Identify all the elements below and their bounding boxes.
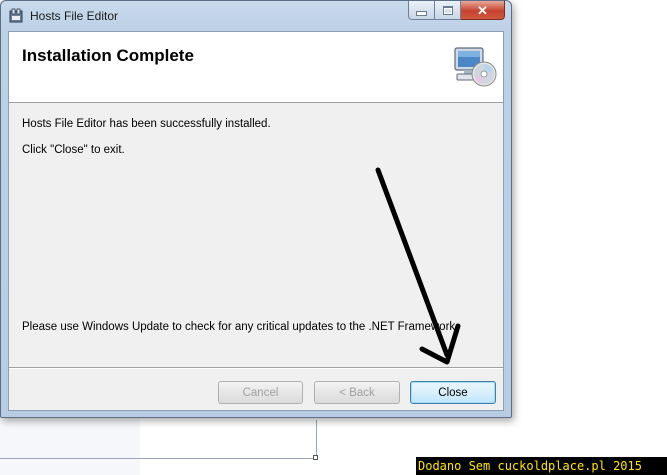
- maximize-button[interactable]: [435, 1, 461, 20]
- minimize-icon: [416, 11, 427, 16]
- page-title: Installation Complete: [22, 46, 194, 65]
- success-message: Hosts File Editor has been successfully …: [22, 118, 271, 130]
- wizard-banner: Installation Complete: [9, 32, 503, 103]
- installer-window: Hosts File Editor ✕ Installation Complet…: [0, 0, 512, 418]
- caption-buttons: ✕: [408, 1, 505, 21]
- minimize-button[interactable]: [408, 1, 435, 20]
- app-icon: [9, 8, 23, 23]
- maximize-icon: [442, 5, 453, 15]
- back-button[interactable]: < Back: [314, 381, 400, 404]
- cancel-button[interactable]: Cancel: [218, 381, 303, 404]
- watermark: Dodano Sem cuckoldplace.pl 2015: [416, 457, 667, 475]
- close-button[interactable]: Close: [410, 381, 496, 404]
- title-bar[interactable]: Hosts File Editor ✕: [1, 1, 511, 31]
- computer-with-cd-icon: [454, 47, 497, 87]
- close-window-button[interactable]: ✕: [461, 1, 505, 20]
- close-icon: ✕: [477, 2, 488, 18]
- exit-instruction: Click "Close" to exit.: [22, 144, 125, 156]
- window-title: Hosts File Editor: [30, 9, 119, 23]
- wizard-client-area: Installation Complete Hosts File Editor …: [8, 31, 504, 411]
- button-separator: [9, 367, 503, 369]
- resize-handle[interactable]: [313, 455, 318, 460]
- background-window-edge-bottom: [0, 458, 318, 459]
- background-window-edge: [316, 420, 317, 460]
- dotnet-update-note: Please use Windows Update to check for a…: [22, 321, 459, 333]
